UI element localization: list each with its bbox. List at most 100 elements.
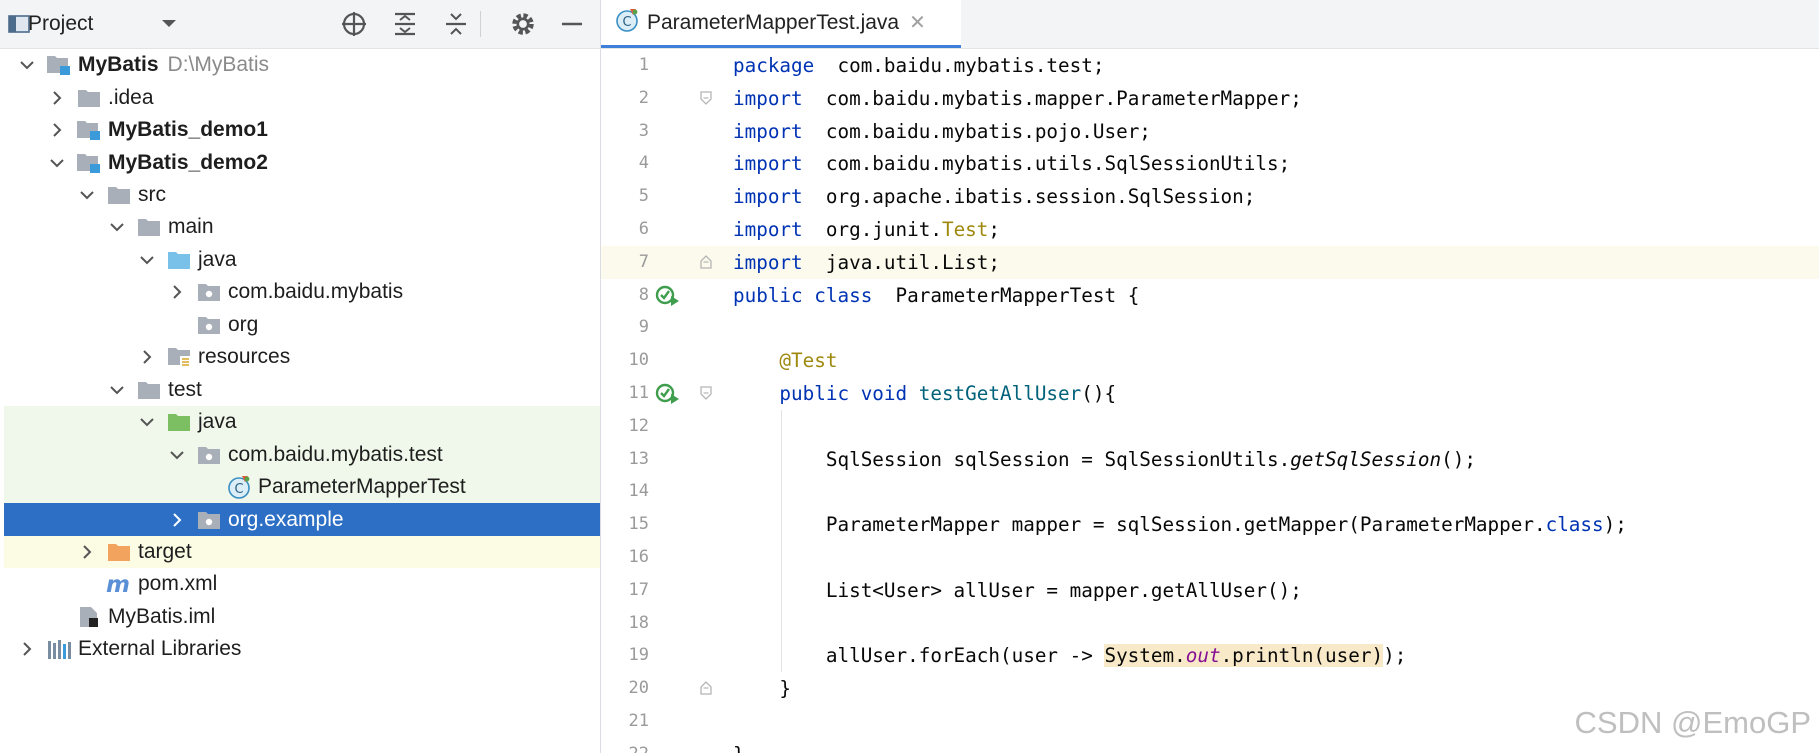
code-line[interactable]: 6 import org.junit.Test;	[601, 213, 1819, 246]
package-icon	[196, 509, 222, 531]
run-test-icon[interactable]	[655, 383, 681, 410]
code-token: );	[1603, 513, 1627, 537]
tree-node[interactable]: m pom.xml	[4, 568, 600, 600]
chevron-down-icon[interactable]	[76, 184, 98, 206]
chevron-down-icon[interactable]	[136, 249, 158, 271]
fold-marker-icon[interactable]	[699, 680, 713, 701]
gutter	[653, 213, 743, 246]
code-text: import org.apache.ibatis.session.SqlSess…	[733, 180, 1255, 213]
chevron-down-icon[interactable]	[166, 444, 188, 466]
chevron-down-icon[interactable]	[16, 54, 38, 76]
tree-node[interactable]: MyBatis.iml	[4, 601, 600, 633]
code-line[interactable]: 18	[601, 607, 1819, 640]
line-number: 2	[638, 87, 649, 108]
tree-node[interactable]: target	[4, 535, 600, 569]
code-line[interactable]: 14	[601, 475, 1819, 508]
code-line[interactable]: 16	[601, 541, 1819, 574]
tree-node[interactable]: org	[4, 309, 600, 341]
code-line[interactable]: 8 public class ParameterMapperTest {	[601, 279, 1819, 312]
tree-node-label: org.example	[228, 507, 344, 531]
code-token: }	[733, 677, 792, 701]
code-line[interactable]: 19 allUser.forEach(user -> System.out.pr…	[601, 639, 1819, 672]
tree-node-label: src	[138, 183, 166, 207]
tree-node[interactable]: java	[4, 405, 600, 439]
tree-node-label: main	[168, 215, 214, 239]
code-text: package com.baidu.mybatis.test;	[733, 49, 1104, 82]
project-view-title[interactable]: Project	[28, 0, 93, 48]
tree-node[interactable]: main	[4, 211, 600, 243]
code-line[interactable]: 12	[601, 410, 1819, 443]
gear-icon[interactable]	[510, 0, 536, 48]
code-token: Test	[941, 218, 989, 241]
chevron-right-icon[interactable]	[166, 509, 188, 531]
tree-node[interactable]: MyBatis_demo1	[4, 114, 600, 146]
code-token: ();	[1441, 447, 1476, 471]
tree-node[interactable]: com.baidu.mybatis	[4, 276, 600, 308]
code-token: getSqlSession	[1290, 447, 1442, 471]
tree-node-label: MyBatis_demo1	[108, 118, 268, 142]
tree-node[interactable]: MyBatis D:\MyBatis	[4, 49, 600, 81]
code-line[interactable]: 15 ParameterMapper mapper = sqlSession.g…	[601, 508, 1819, 541]
project-tree[interactable]: MyBatis D:\MyBatis .idea MyBatis_demo1 MyBat…	[0, 49, 600, 753]
crosshair-icon[interactable]	[340, 0, 368, 48]
chevron-down-icon[interactable]	[46, 152, 68, 174]
view-dropdown-chevron-icon[interactable]	[160, 0, 178, 48]
tree-node[interactable]: resources	[4, 341, 600, 373]
collapse-all-icon[interactable]	[443, 0, 469, 48]
chevron-right-icon[interactable]	[46, 119, 68, 141]
tree-node-label: com.baidu.mybatis	[228, 280, 404, 304]
tree-node[interactable]: MyBatis_demo2	[4, 146, 600, 178]
minimize-icon[interactable]	[560, 0, 584, 48]
tree-node[interactable]: java	[4, 244, 600, 276]
line-number: 18	[628, 612, 649, 633]
chevron-down-icon[interactable]	[136, 411, 158, 433]
code-line[interactable]: 11 public void testGetAllUser(){	[601, 377, 1819, 410]
line-number: 13	[628, 448, 649, 469]
tree-node[interactable]: org.example	[4, 503, 600, 536]
run-test-icon[interactable]	[655, 285, 681, 312]
svg-text:C: C	[622, 15, 631, 30]
code-token: ;	[988, 218, 1001, 241]
tab-parametermappertest-java[interactable]: C ParameterMapperTest.java ✕	[601, 0, 961, 48]
chevron-right-icon[interactable]	[46, 87, 68, 109]
code-editor[interactable]: 1 package com.baidu.mybatis.test; 2 import …	[601, 49, 1819, 753]
code-line[interactable]: 5 import org.apache.ibatis.session.SqlSes…	[601, 180, 1819, 213]
code-line[interactable]: 7 import java.util.List;	[601, 245, 1819, 279]
code-text: ParameterMapper mapper = sqlSession.getM…	[733, 508, 1627, 541]
tree-node-label: test	[168, 377, 202, 401]
code-line[interactable]: 10 @Test	[601, 344, 1819, 377]
code-line[interactable]: 1 package com.baidu.mybatis.test;	[601, 49, 1819, 82]
code-line[interactable]: 9	[601, 311, 1819, 344]
tree-node[interactable]: External Libraries	[4, 633, 600, 665]
fold-marker-icon[interactable]	[699, 385, 713, 406]
chevron-right-icon[interactable]	[76, 541, 98, 563]
code-line[interactable]: 2 import com.baidu.mybatis.mapper.Paramet…	[601, 82, 1819, 115]
chevron-right-icon[interactable]	[136, 346, 158, 368]
chevron-down-icon[interactable]	[106, 379, 128, 401]
tree-node[interactable]: C ParameterMapperTest	[4, 470, 600, 504]
chevron-down-icon[interactable]	[106, 216, 128, 238]
code-line[interactable]: 4 import com.baidu.mybatis.utils.SqlSessi…	[601, 147, 1819, 180]
tree-node[interactable]: .idea	[4, 81, 600, 113]
fold-marker-icon[interactable]	[699, 90, 713, 111]
fold-marker-icon[interactable]	[699, 254, 713, 275]
code-line[interactable]: 20 }	[601, 672, 1819, 705]
test-folder-icon	[166, 411, 192, 433]
expand-all-icon[interactable]	[392, 0, 418, 48]
code-line[interactable]: 3 import com.baidu.mybatis.pojo.User;	[601, 115, 1819, 148]
close-tab-icon[interactable]: ✕	[909, 10, 926, 35]
tree-node-label: target	[138, 539, 192, 563]
line-number: 15	[628, 514, 649, 535]
chevron-right-icon[interactable]	[166, 281, 188, 303]
tree-node[interactable]: com.baidu.mybatis.test	[4, 438, 600, 471]
code-line[interactable]: 13 SqlSession sqlSession = SqlSessionUti…	[601, 443, 1819, 476]
code-line[interactable]: 17 List<User> allUser = mapper.getAllUse…	[601, 574, 1819, 607]
code-text: import java.util.List;	[733, 246, 1000, 279]
code-token: public void	[733, 382, 908, 405]
tree-node[interactable]: test	[4, 374, 600, 406]
tree-node[interactable]: src	[4, 179, 600, 211]
chevron-right-icon[interactable]	[16, 638, 38, 660]
code-token: );	[1383, 644, 1407, 668]
